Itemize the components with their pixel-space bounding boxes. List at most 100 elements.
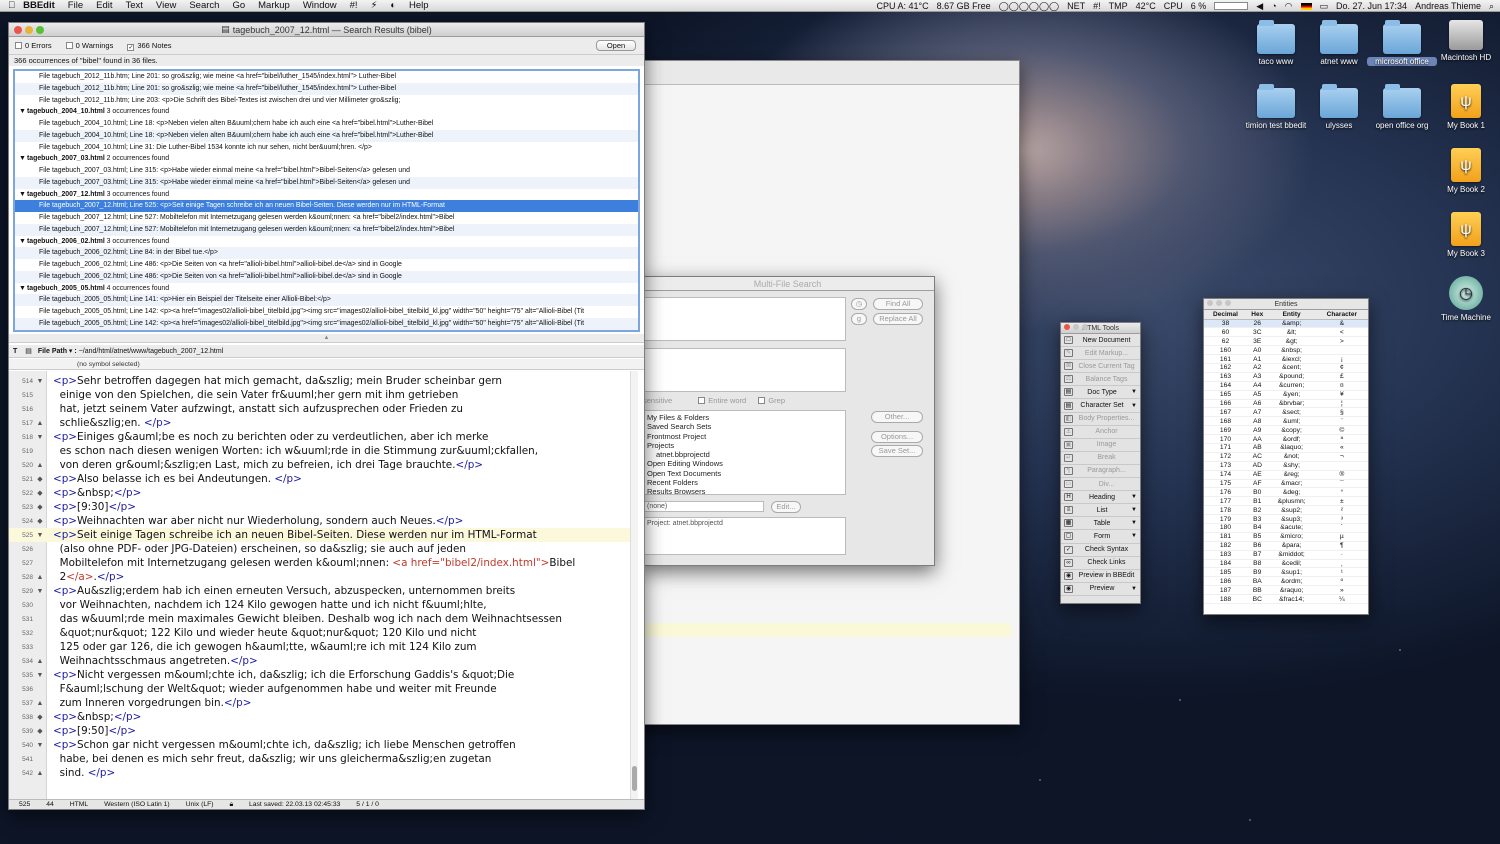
source-item[interactable]: My Files & Folders: [644, 413, 845, 422]
fold-marker-icon[interactable]: ▼: [33, 588, 47, 595]
entity-row[interactable]: 62 3E &gt; >: [1204, 336, 1368, 347]
lock-icon[interactable]: 🔒︎: [229, 801, 233, 808]
network-label[interactable]: NET: [1067, 1, 1085, 11]
source-item[interactable]: Frontmost Project: [644, 432, 845, 441]
code-line[interactable]: 529 ▼ <p>Au&szlig;erdem hab ich einen erne…: [9, 584, 638, 598]
code-line[interactable]: 538 ◆ <p>&nbsp;</p>: [9, 710, 638, 724]
entity-row[interactable]: 166 A6 &brvbar; ¦: [1204, 399, 1368, 409]
open-button[interactable]: Open: [596, 40, 636, 51]
encoding-popup[interactable]: Western (ISO Latin 1): [104, 801, 170, 808]
time-machine-menu-icon[interactable]: ◔: [1271, 1, 1276, 11]
code-line[interactable]: 527 Mobiltelefon mit Internetzugang gele…: [9, 556, 638, 570]
editor-scrollbar[interactable]: [630, 371, 638, 801]
cpu-percent[interactable]: 6 %: [1191, 1, 1207, 11]
result-row[interactable]: File tagebuch_2004_10.html; Line 31: Die…: [15, 142, 638, 154]
code-line[interactable]: 521 ◆ <p>Also belasse ich es bei Andeutung…: [9, 472, 638, 486]
fold-marker-icon[interactable]: ▲: [33, 574, 47, 581]
html-tool-item[interactable]: ∞ Check Links: [1061, 557, 1140, 570]
entity-row[interactable]: 186 BA &ordm; º: [1204, 576, 1368, 587]
entity-row[interactable]: 174 AE &reg; ®: [1204, 470, 1368, 480]
code-line[interactable]: 528 ▲ 2</a>.</p>: [9, 570, 638, 584]
html-tool-item[interactable]: ✎ Edit Markup...: [1061, 347, 1140, 361]
html-tool-item[interactable]: ↵ Break: [1061, 452, 1140, 465]
desktop-folder-atnet-www[interactable]: atnet www: [1304, 20, 1374, 66]
html-tool-item[interactable]: ≡ List ▼: [1061, 504, 1140, 518]
desktop-folder-timion-test[interactable]: timion test bbedit: [1241, 84, 1311, 130]
result-row[interactable]: File tagebuch_2012_11b.htm; Line 201: so…: [15, 71, 638, 83]
code-line[interactable]: 525 ▼ <p>Seit einige Tagen schreibe ich an…: [9, 528, 638, 542]
entities-table[interactable]: Decimal Hex Entity Character 38 26 &amp; & 6…: [1204, 310, 1368, 604]
fold-marker-icon[interactable]: ▲: [33, 770, 47, 777]
code-line[interactable]: 519 es schon nach diesen wenigen Worten:…: [9, 444, 638, 458]
entity-row[interactable]: 183 B7 &middot; ·: [1204, 550, 1368, 560]
replace-all-button[interactable]: Replace All: [873, 313, 923, 325]
close-icon[interactable]: [14, 26, 22, 34]
html-tool-item[interactable]: ◧ Body Properties...: [1061, 413, 1140, 426]
fold-marker-icon[interactable]: ▲: [33, 658, 47, 665]
entity-row[interactable]: 170 AA &ordf; ª: [1204, 434, 1368, 444]
desktop-disk-my-book-2[interactable]: ψ My Book 2: [1431, 148, 1500, 194]
menu-edit[interactable]: Edit: [96, 0, 112, 11]
result-row[interactable]: File tagebuch_2007_03.html; Line 315: <p…: [15, 176, 638, 189]
bbedit-search-results-window[interactable]: ▤ tagebuch_2007_12.html — Search Results…: [8, 22, 645, 810]
pane-splitter[interactable]: ▲: [9, 334, 644, 343]
notes-checkbox[interactable]: ✓: [127, 43, 135, 51]
code-line[interactable]: 533 125 oder gar 126, die ich gewogen h&…: [9, 640, 638, 654]
errors-toggle[interactable]: 0 Errors: [15, 41, 52, 50]
html-tool-item[interactable]: ⊠ Close Current Tag: [1061, 360, 1140, 374]
entity-row[interactable]: 172 AC &not; ¬: [1204, 452, 1368, 462]
disclosure-triangle-icon[interactable]: ▼: [19, 189, 27, 201]
code-line[interactable]: 535 ▼ <p>Nicht vergessen m&ouml;chte ich, …: [9, 668, 638, 682]
entity-row[interactable]: 187 BB &raquo;»: [1204, 585, 1368, 596]
entity-row[interactable]: 188 BC &frac14; ¼: [1204, 594, 1368, 604]
fold-marker-icon[interactable]: ▼: [33, 532, 47, 539]
entity-row[interactable]: 163 A3 &pound; £: [1204, 372, 1368, 382]
file-path-popup[interactable]: File Path ▾ :: [38, 348, 77, 355]
entities-palette[interactable]: Entities Decimal Hex Entity Character 38…: [1203, 298, 1369, 615]
html-tool-item[interactable]: ▣ Image: [1061, 439, 1140, 452]
mfs-sources-list[interactable]: My Files & Folders Saved Search Sets Fro…: [643, 410, 846, 496]
code-line[interactable]: 523 ◆ <p>[9:30]</p>: [9, 500, 638, 514]
menu-text[interactable]: Text: [125, 0, 142, 11]
menu-app-name[interactable]: BBEdit: [23, 0, 55, 11]
desktop-folder-ulysses[interactable]: ulysses: [1304, 84, 1374, 130]
status-column[interactable]: 44: [46, 801, 54, 808]
menu-go[interactable]: Go: [232, 0, 245, 11]
desktop-disk-my-book-3[interactable]: ψ My Book 3: [1431, 212, 1500, 258]
code-line[interactable]: 517 ▲ schlie&szlig;en. </p>: [9, 416, 638, 430]
disclosure-triangle-icon[interactable]: ▼: [19, 153, 27, 165]
entity-row[interactable]: 185 B9 &sup1; ¹: [1204, 567, 1368, 578]
entity-row[interactable]: 161 A1 &iexcl; ¡: [1204, 354, 1368, 364]
code-line[interactable]: 514 ▼ <p>Sehr betroffen dagegen hat mich g…: [9, 374, 638, 388]
code-line[interactable]: 537 ▲ zum Inneren vorgedrungen bin.</p>: [9, 696, 638, 710]
html-tool-item[interactable]: ▦ Table ▼: [1061, 517, 1140, 531]
scrollbar-thumb[interactable]: [632, 766, 637, 791]
volume-icon[interactable]: ◀: [1256, 1, 1263, 12]
result-row[interactable]: File tagebuch_2004_10.html; Line 18: <p>…: [15, 118, 638, 130]
code-line[interactable]: 536 F&auml;lschung der Welt&quot; wieder…: [9, 682, 638, 696]
result-file-group[interactable]: ▼tagebuch_2005_05.html 4 occurrences fou…: [15, 283, 638, 295]
linebreaks-popup[interactable]: Unix (LF): [186, 801, 214, 808]
multi-file-search-window[interactable]: Multi-File Search ◷ g Find All Replace A…: [640, 276, 935, 566]
zoom-icon[interactable]: [36, 26, 44, 34]
html-tool-item[interactable]: ◉ Preview ▼: [1061, 583, 1140, 596]
html-tool-item[interactable]: ▭ Div...: [1061, 478, 1140, 492]
column-header-hex[interactable]: Hex: [1246, 310, 1268, 320]
result-row[interactable]: File tagebuch_2005_05.html; Line 142: <p…: [15, 306, 638, 318]
column-header-decimal[interactable]: Decimal: [1204, 310, 1247, 320]
code-line[interactable]: 540 ▼ <p>Schon gar nicht vergessen m&ouml;…: [9, 738, 638, 752]
mfs-history-button[interactable]: ◷: [851, 298, 867, 310]
mfs-replace-field[interactable]: [643, 348, 846, 392]
fold-marker-icon[interactable]: ◆: [33, 713, 47, 721]
entity-row[interactable]: 184 B8 &cedil; ¸: [1204, 559, 1368, 569]
result-row[interactable]: File tagebuch_2007_03.html; Line 315: <p…: [15, 165, 638, 177]
other-button[interactable]: Other...: [871, 411, 923, 423]
result-file-group[interactable]: ▼tagebuch_2004_10.html 3 occurrences fou…: [15, 106, 638, 118]
result-file-group[interactable]: ▼tagebuch_2006_02.html 3 occurrences fou…: [15, 236, 638, 248]
clock-date[interactable]: Do. 27. Jun 17:34: [1336, 1, 1407, 11]
html-tool-item[interactable]: ▤ Character Set ▼: [1061, 399, 1140, 413]
warnings-checkbox[interactable]: [65, 42, 73, 49]
case-sensitive-label[interactable]: sensitive: [643, 396, 672, 405]
memory-free[interactable]: 8.67 GB Free: [937, 1, 991, 11]
options-button[interactable]: Options...: [871, 431, 923, 443]
